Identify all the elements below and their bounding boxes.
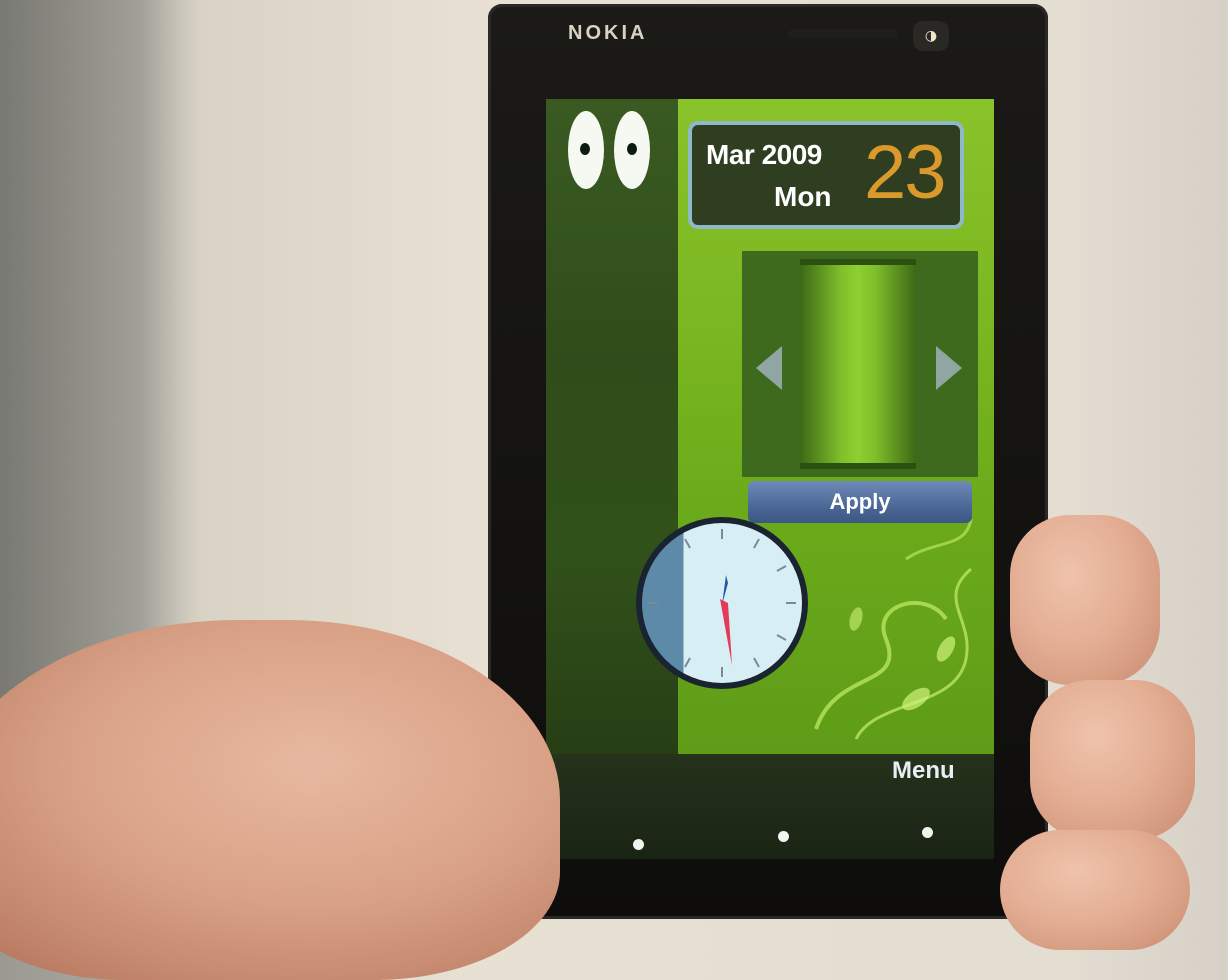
hand-palm — [0, 620, 560, 980]
brand-logo: NOKIA — [568, 22, 648, 44]
picker-preview[interactable] — [800, 259, 916, 469]
finger-bottom — [1000, 830, 1190, 950]
phone-device: NOKIA ◑ Mar 2009 Mon 23 Apply Menu — [488, 4, 1048, 919]
floral-decoration — [814, 518, 973, 740]
theme-picker[interactable] — [742, 251, 978, 477]
month-year-label: Mar 2009 — [706, 139, 822, 170]
arrow-left-icon[interactable] — [756, 346, 782, 390]
apply-button[interactable]: Apply — [748, 481, 972, 523]
weekday-label: Mon — [774, 181, 832, 212]
earpiece-speaker — [788, 29, 898, 39]
nav-dot-right — [922, 827, 933, 838]
phone-screen: Mar 2009 Mon 23 Apply Menu — [546, 99, 994, 859]
date-widget[interactable]: Mar 2009 Mon 23 — [688, 121, 964, 229]
finger-middle — [1030, 680, 1195, 840]
analog-clock-icon[interactable] — [636, 517, 808, 689]
nav-dot-center — [778, 831, 789, 842]
arrow-right-icon[interactable] — [936, 346, 962, 390]
menu-softkey[interactable]: Menu — [892, 757, 955, 785]
finger-top — [1010, 515, 1160, 685]
day-number: 23 — [864, 130, 947, 215]
hour-hand — [720, 599, 732, 665]
left-eye — [568, 111, 604, 189]
clock-face — [648, 529, 796, 677]
nav-dot-left — [633, 839, 644, 850]
proximity-sensor-icon: ◑ — [913, 21, 949, 51]
right-eye — [614, 111, 650, 189]
cartoon-eyes-icon[interactable] — [568, 111, 658, 191]
